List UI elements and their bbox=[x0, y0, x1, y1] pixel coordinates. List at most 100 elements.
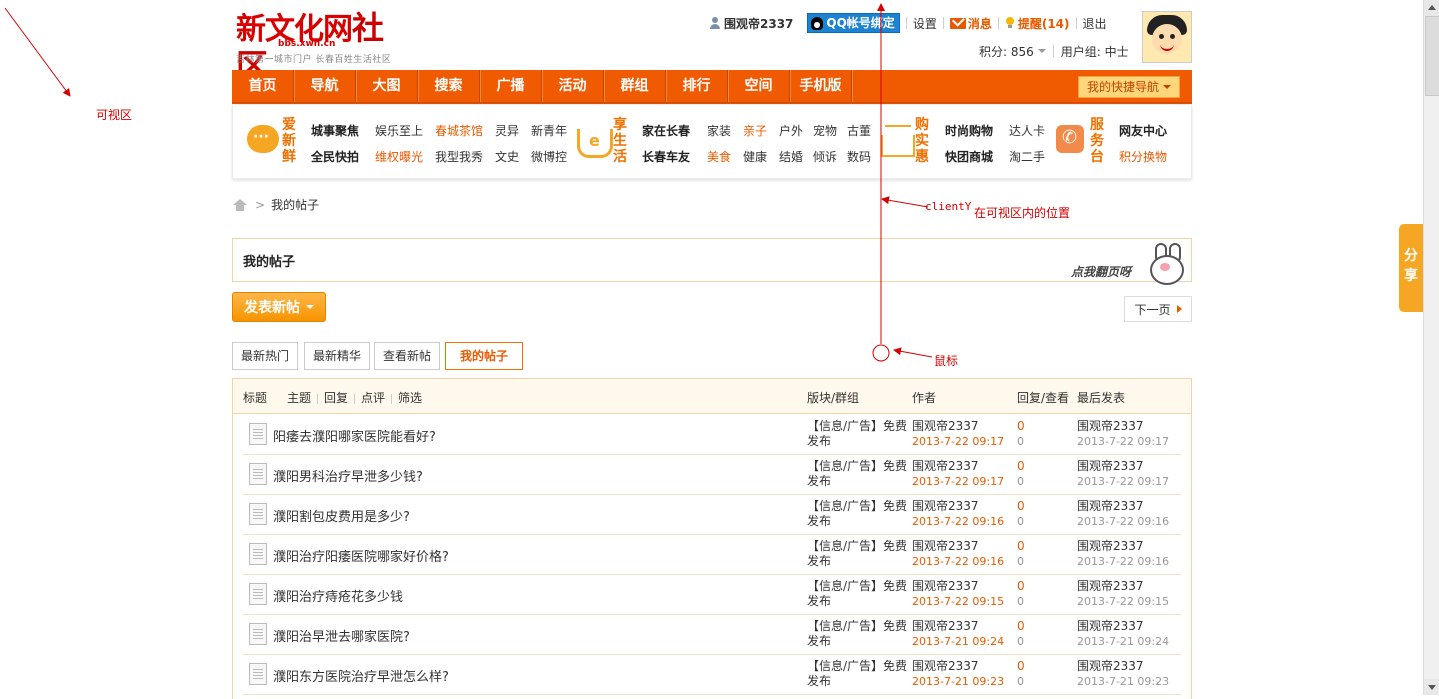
filter-review[interactable]: 点评 bbox=[361, 391, 385, 405]
nav-item-events[interactable]: 活动 bbox=[542, 70, 604, 102]
nav-item-groups[interactable]: 群组 bbox=[604, 70, 666, 102]
thread-forum[interactable]: 【信息/广告】免费发布 bbox=[807, 579, 909, 609]
last-post-date[interactable]: 2013-7-22 09:17 bbox=[1077, 435, 1169, 448]
thread-forum[interactable]: 【信息/广告】免费发布 bbox=[807, 659, 909, 689]
new-post-button[interactable]: 发表新帖 bbox=[232, 292, 326, 322]
category-link[interactable]: 新青年 bbox=[531, 122, 579, 139]
last-post-author[interactable]: 围观帝2337 bbox=[1077, 419, 1144, 433]
avatar[interactable] bbox=[1142, 11, 1192, 63]
thread-author[interactable]: 围观帝2337 bbox=[912, 619, 979, 633]
logout-link[interactable]: 退出 bbox=[1083, 15, 1107, 32]
next-page-button[interactable]: 下一页 bbox=[1124, 296, 1192, 322]
thread-forum[interactable]: 【信息/广告】免费发布 bbox=[807, 539, 909, 569]
category-link[interactable]: 长春车友 bbox=[642, 148, 707, 165]
category-link[interactable]: 春城茶馆 bbox=[435, 122, 495, 139]
thread-title[interactable]: 濮阳治疗痔疮花多少钱 bbox=[273, 586, 403, 605]
last-post-date[interactable]: 2013-7-22 09:16 bbox=[1077, 515, 1169, 528]
category-link[interactable]: 古董 bbox=[847, 122, 877, 139]
filter-topic[interactable]: 主题 bbox=[287, 391, 311, 405]
tab-latest-hot[interactable]: 最新热门 bbox=[232, 342, 298, 370]
site-logo[interactable]: 新文化网社区 bbs.xwh.cn 吉林第一城市门户 长春百姓生活社区 bbox=[236, 10, 406, 84]
thread-title[interactable]: 濮阳割包皮费用是多少? bbox=[273, 506, 410, 525]
category-link[interactable]: 维权曝光 bbox=[375, 148, 435, 165]
thread-title[interactable]: 濮阳治早泄去哪家医院? bbox=[273, 626, 410, 645]
last-post-date[interactable]: 2013-7-22 09:16 bbox=[1077, 555, 1169, 568]
thread-author[interactable]: 围观帝2337 bbox=[912, 659, 979, 673]
points-dropdown[interactable]: 积分: 856 bbox=[979, 43, 1046, 60]
flip-page-hint[interactable]: 点我翻页呀 bbox=[1071, 263, 1131, 280]
category-link[interactable]: 快团商城 bbox=[945, 148, 1009, 165]
nav-item-mobile[interactable]: 手机版 bbox=[790, 70, 852, 102]
last-post-author[interactable]: 围观帝2337 bbox=[1077, 619, 1144, 633]
reply-count[interactable]: 0 bbox=[1017, 579, 1025, 593]
home-icon[interactable] bbox=[233, 198, 247, 211]
user-group-link[interactable]: 用户组: 中士 bbox=[1061, 43, 1129, 60]
nav-item-space[interactable]: 空间 bbox=[728, 70, 790, 102]
nav-item-broadcast[interactable]: 广播 bbox=[480, 70, 542, 102]
nav-item-gallery[interactable]: 大图 bbox=[356, 70, 418, 102]
last-post-date[interactable]: 2013-7-21 09:24 bbox=[1077, 635, 1169, 648]
last-post-date[interactable]: 2013-7-22 09:17 bbox=[1077, 475, 1169, 488]
thread-author[interactable]: 围观帝2337 bbox=[912, 459, 979, 473]
breadcrumb-current[interactable]: 我的帖子 bbox=[271, 196, 319, 213]
thread-title[interactable]: 阳痿去濮阳哪家医院能看好? bbox=[273, 426, 436, 445]
category-link[interactable]: 达人卡 bbox=[1009, 122, 1057, 139]
category-link[interactable]: 网友中心 bbox=[1119, 122, 1167, 139]
thread-forum[interactable]: 【信息/广告】免费发布 bbox=[807, 499, 909, 529]
thread-forum[interactable]: 【信息/广告】免费发布 bbox=[807, 619, 909, 649]
share-button[interactable]: 分享 bbox=[1399, 224, 1423, 312]
tab-new-posts[interactable]: 查看新帖 bbox=[374, 342, 440, 370]
last-post-author[interactable]: 围观帝2337 bbox=[1077, 499, 1144, 513]
last-post-author[interactable]: 围观帝2337 bbox=[1077, 659, 1144, 673]
category-link[interactable]: 城事聚焦 bbox=[311, 122, 375, 139]
nav-item-guide[interactable]: 导航 bbox=[294, 70, 356, 102]
messages-link[interactable]: 消息 bbox=[949, 15, 992, 32]
scroll-down-arrow-icon[interactable] bbox=[1424, 679, 1439, 695]
category-link[interactable]: 时尚购物 bbox=[945, 122, 1009, 139]
qq-bind-button[interactable]: QQ帐号绑定 bbox=[807, 13, 900, 33]
category-link[interactable]: 积分换物 bbox=[1119, 148, 1167, 165]
last-post-author[interactable]: 围观帝2337 bbox=[1077, 459, 1144, 473]
category-link[interactable]: 淘二手 bbox=[1009, 148, 1057, 165]
category-link[interactable]: 美食 bbox=[707, 148, 743, 165]
category-link[interactable]: 文史 bbox=[495, 148, 531, 165]
reply-count[interactable]: 0 bbox=[1017, 459, 1025, 473]
thread-author[interactable]: 围观帝2337 bbox=[912, 579, 979, 593]
last-post-author[interactable]: 围观帝2337 bbox=[1077, 539, 1144, 553]
scroll-up-arrow-icon[interactable] bbox=[1424, 0, 1439, 16]
thread-author[interactable]: 围观帝2337 bbox=[912, 539, 979, 553]
category-link[interactable]: 灵异 bbox=[495, 122, 531, 139]
category-link[interactable]: 数码 bbox=[847, 148, 877, 165]
last-post-date[interactable]: 2013-7-22 09:15 bbox=[1077, 595, 1169, 608]
rabbit-mascot-icon[interactable] bbox=[1147, 243, 1187, 285]
reply-count[interactable]: 0 bbox=[1017, 419, 1025, 433]
category-link[interactable]: 倾诉 bbox=[813, 148, 847, 165]
reply-count[interactable]: 0 bbox=[1017, 539, 1025, 553]
category-link[interactable]: 结婚 bbox=[779, 148, 813, 165]
category-link[interactable]: 健康 bbox=[743, 148, 779, 165]
reply-count[interactable]: 0 bbox=[1017, 659, 1025, 673]
quick-nav-dropdown[interactable]: 我的快捷导航 bbox=[1077, 76, 1180, 98]
last-post-date[interactable]: 2013-7-21 09:23 bbox=[1077, 675, 1169, 688]
filter-reply[interactable]: 回复 bbox=[324, 391, 348, 405]
category-link[interactable]: 全民快拍 bbox=[311, 148, 375, 165]
category-link[interactable]: 我型我秀 bbox=[435, 148, 495, 165]
thread-title[interactable]: 濮阳东方医院治疗早泄怎么样? bbox=[273, 666, 449, 685]
tab-latest-digest[interactable]: 最新精华 bbox=[304, 342, 370, 370]
settings-link[interactable]: 设置 bbox=[913, 15, 937, 32]
nav-item-search[interactable]: 搜索 bbox=[418, 70, 480, 102]
thread-author[interactable]: 围观帝2337 bbox=[912, 499, 979, 513]
category-link[interactable]: 微博控 bbox=[531, 148, 579, 165]
category-link[interactable]: 家在长春 bbox=[642, 122, 707, 139]
scroll-thumb[interactable] bbox=[1425, 16, 1439, 96]
category-link[interactable]: 亲子 bbox=[743, 122, 779, 139]
nav-item-home[interactable]: 首页 bbox=[232, 70, 294, 102]
thread-title[interactable]: 濮阳男科治疗早泄多少钱? bbox=[273, 466, 423, 485]
username-link[interactable]: 围观帝2337 bbox=[724, 15, 793, 32]
thread-forum[interactable]: 【信息/广告】免费发布 bbox=[807, 459, 909, 489]
category-link[interactable]: 娱乐至上 bbox=[375, 122, 435, 139]
last-post-author[interactable]: 围观帝2337 bbox=[1077, 579, 1144, 593]
category-link[interactable]: 家装 bbox=[707, 122, 743, 139]
reminders-link[interactable]: 提醒(14) bbox=[1005, 15, 1070, 32]
tab-my-posts[interactable]: 我的帖子 bbox=[445, 342, 523, 370]
